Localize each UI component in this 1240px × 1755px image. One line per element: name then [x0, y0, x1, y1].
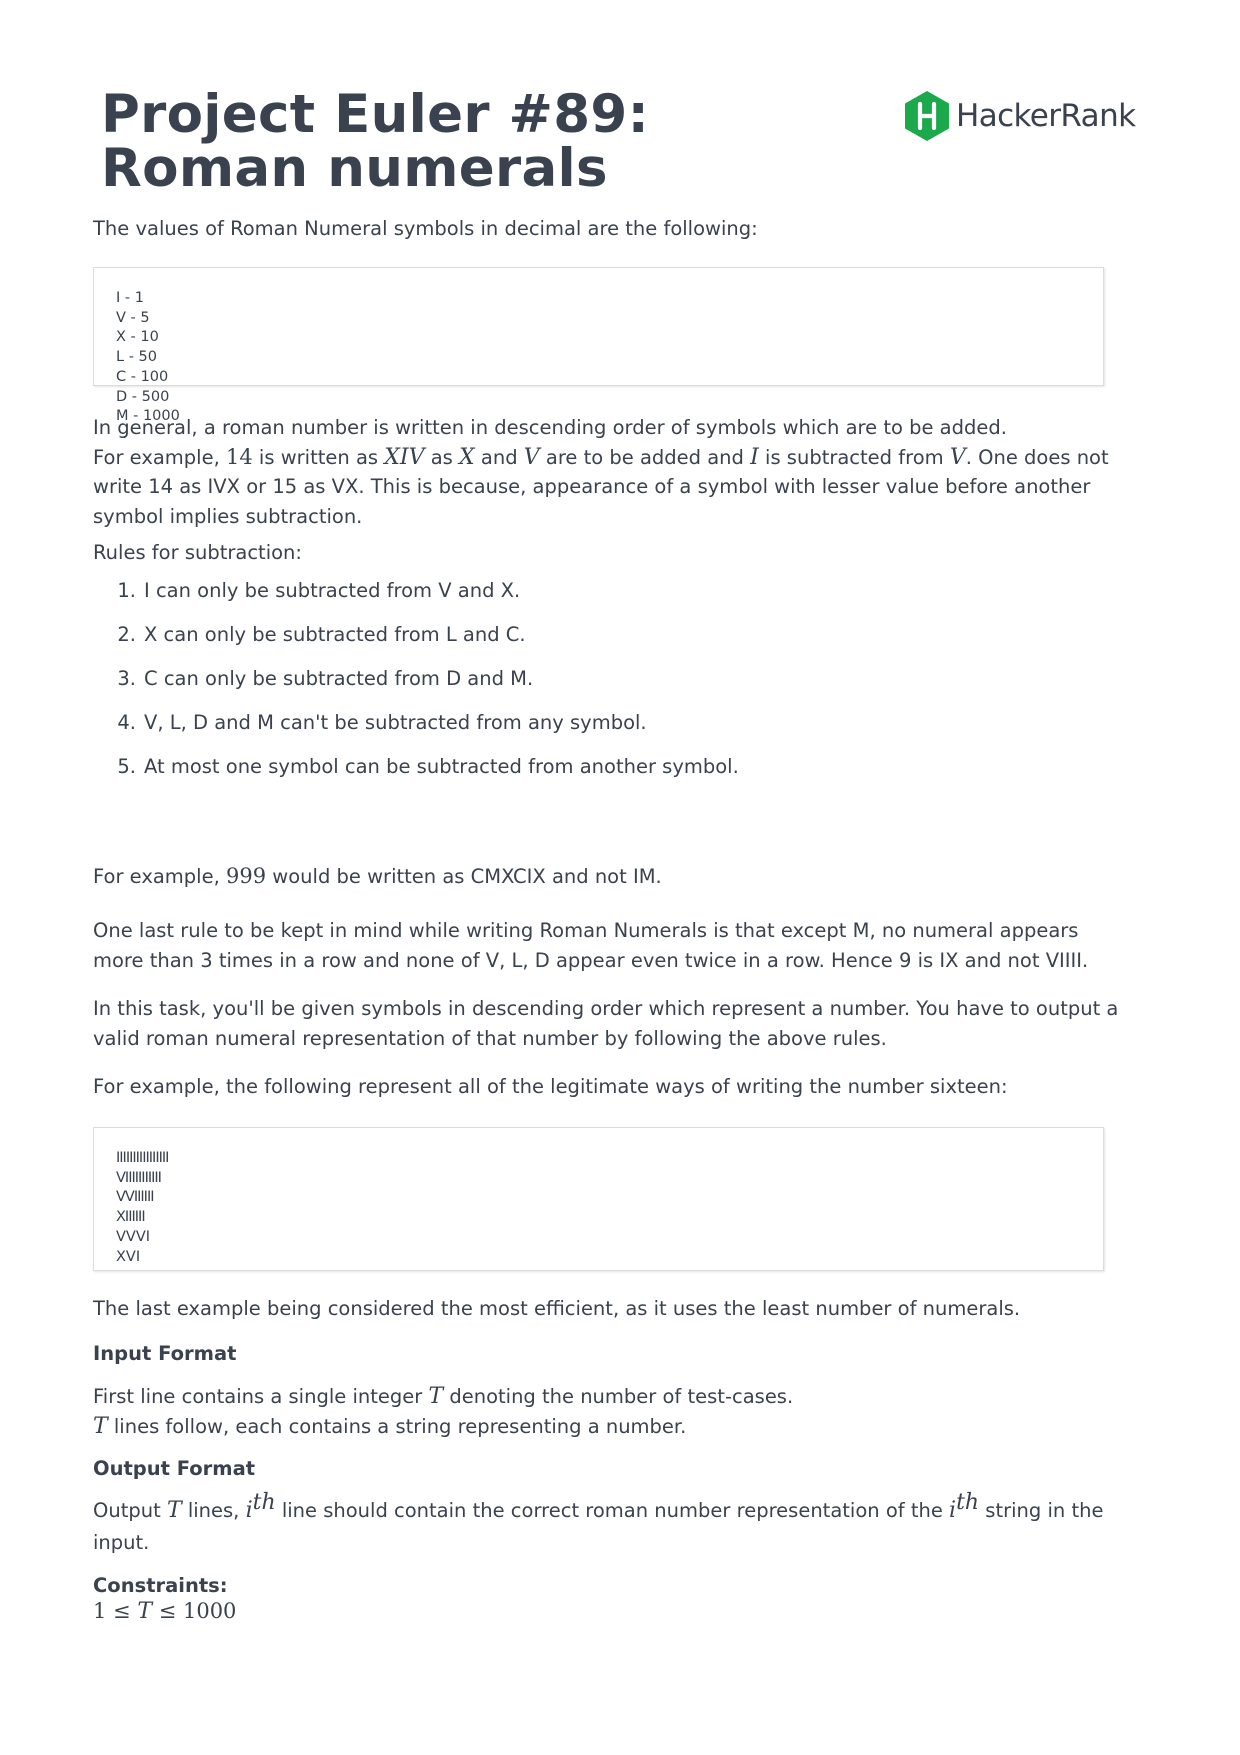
- symbols-code-block: I - 1 V - 5 X - 10 L - 50 C - 100 D - 50…: [93, 267, 1104, 424]
- code-line: XIIIIII: [116, 1209, 146, 1226]
- list-item: 3. C can only be subtracted from D and M.: [93, 657, 1093, 701]
- intro-text: The values of Roman Numeral symbols in d…: [93, 217, 758, 240]
- general-paragraph: In general, a roman number is written in…: [93, 413, 1153, 531]
- code-line: IIIIIIIIIIIIIIII: [116, 1150, 169, 1166]
- code-line: V - 5: [116, 309, 150, 326]
- list-number: 1.: [117, 579, 136, 603]
- last-rule-paragraph: One last rule to be kept in mind while w…: [93, 919, 1089, 972]
- list-number: 4.: [117, 711, 136, 735]
- code-line: L - 50: [116, 349, 157, 366]
- math-x: X: [459, 444, 475, 470]
- list-item: 1. I can only be subtracted from V and X.: [93, 569, 1093, 613]
- list-number: 3.: [117, 667, 136, 691]
- math-th: th: [252, 1490, 276, 1515]
- title-line-2: Roman numerals: [101, 138, 608, 199]
- math-v: V: [949, 444, 966, 470]
- list-text: X can only be subtracted from L and C.: [144, 623, 526, 647]
- math-v: V: [523, 444, 540, 470]
- example-999: For example, 999 would be written as CMX…: [93, 864, 662, 888]
- general-example: For example, 14 is written as XIV as X a…: [93, 444, 1109, 528]
- hackerrank-logo[interactable]: HackerRank: [904, 88, 1136, 144]
- efficient-text: The last example being considered the mo…: [93, 1297, 1021, 1320]
- constraints-formula: 1 ≤ T ≤ 1000: [93, 1599, 237, 1624]
- math-xiv: XIV: [384, 444, 425, 470]
- output-format-text: Output T lines, ith line should contain …: [93, 1490, 1104, 1555]
- page-title: Project Euler #89: Roman numerals: [101, 88, 649, 196]
- code-line: D - 500: [116, 388, 170, 405]
- math-i: i: [245, 1498, 253, 1523]
- list-number: 2.: [117, 623, 136, 647]
- math-t: T: [93, 1413, 108, 1439]
- math-t: T: [428, 1384, 444, 1409]
- code-line: X - 10: [116, 329, 159, 346]
- logo-text: HackerRank: [956, 98, 1136, 134]
- list-text: I can only be subtracted from V and X.: [144, 579, 521, 603]
- math-t: T: [166, 1498, 182, 1523]
- input-format-heading: Input Format: [93, 1342, 237, 1365]
- code-line: C - 100: [116, 368, 169, 385]
- general-line-1: In general, a roman number is written in…: [93, 416, 1007, 439]
- title-line-1: Project Euler #89:: [101, 84, 650, 145]
- math-th: th: [956, 1490, 980, 1515]
- sixteen-intro: For example, the following represent all…: [93, 1075, 1008, 1098]
- rules-heading: Rules for subtraction:: [93, 541, 302, 564]
- math-i: I: [750, 444, 759, 470]
- list-text: C can only be subtracted from D and M.: [144, 667, 534, 691]
- list-item: 5. At most one symbol can be subtracted f…: [93, 745, 1093, 789]
- list-item: 4. V, L, D and M can't be subtracted from…: [93, 701, 1093, 745]
- rules-list: 1. I can only be subtracted from V and X.…: [93, 569, 1093, 789]
- code-line: VIIIIIIIIIII: [116, 1169, 162, 1186]
- code-line: VVVI: [116, 1228, 151, 1245]
- sixteen-code-block: IIIIIIIIIIIIIIII VIIIIIIIIIII VVIIIIII X…: [93, 1127, 1104, 1271]
- code-line: VVIIIIII: [116, 1189, 155, 1206]
- list-item: 2. X can only be subtracted from L and C.: [93, 613, 1093, 657]
- input-format-text: First line contains a single integer T d…: [93, 1384, 794, 1439]
- code-line: I - 1: [116, 290, 144, 306]
- task-paragraph: In this task, you'll be given symbols in…: [93, 997, 1119, 1050]
- list-text: At most one symbol can be subtracted fro…: [144, 755, 739, 779]
- math-999: 999: [226, 864, 267, 888]
- list-number: 5.: [117, 755, 136, 779]
- hackerrank-hex-icon: [905, 91, 949, 141]
- math-14: 14: [226, 444, 253, 469]
- output-format-heading: Output Format: [93, 1457, 256, 1480]
- code-line: XVI: [116, 1248, 141, 1265]
- list-text: V, L, D and M can't be subtracted from a…: [144, 711, 647, 735]
